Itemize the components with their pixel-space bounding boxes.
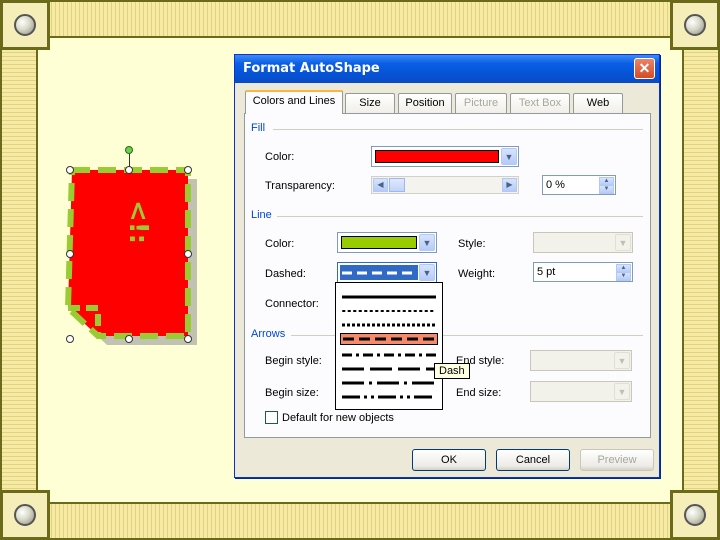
fill-divider bbox=[273, 129, 643, 130]
knob-icon bbox=[14, 14, 36, 36]
preview-button[interactable]: Preview bbox=[580, 449, 654, 471]
tab-position[interactable]: Position bbox=[398, 93, 452, 113]
end-size-dropdown[interactable]: ▼ bbox=[530, 381, 632, 402]
dashed-label: Dashed: bbox=[265, 268, 306, 280]
chevron-down-icon: ▼ bbox=[615, 234, 631, 251]
chevron-down-icon: ▼ bbox=[501, 148, 517, 165]
round-dot-line-icon bbox=[342, 310, 437, 312]
dash-option-dash-selected[interactable] bbox=[340, 333, 438, 345]
svg-text:<!:: <!: bbox=[123, 200, 153, 244]
arrows-section-title: Arrows bbox=[251, 328, 286, 340]
line-style-label: Style: bbox=[458, 238, 486, 250]
bottom-frame-stripe bbox=[0, 502, 720, 540]
format-autoshape-dialog: Format AutoShape ✕ Colors and Lines Size… bbox=[234, 54, 660, 478]
line-section-title: Line bbox=[251, 209, 272, 221]
slider-thumb[interactable] bbox=[389, 178, 405, 192]
transparency-value: 0 % bbox=[546, 179, 565, 191]
scroll-left-icon[interactable]: ◀ bbox=[373, 178, 388, 192]
colors-and-lines-panel: Fill Color: ▼ Transparency: ◀ ▶ 0 % ▲ ▼ … bbox=[244, 113, 651, 438]
begin-style-label: Begin style: bbox=[265, 355, 322, 367]
ok-button[interactable]: OK bbox=[412, 449, 486, 471]
resize-handle-top-left[interactable] bbox=[66, 166, 74, 174]
left-frame-stripe bbox=[0, 0, 38, 540]
fill-color-swatch bbox=[375, 150, 499, 163]
tab-text-box[interactable]: Text Box bbox=[510, 93, 570, 113]
dash-option-round-dot[interactable] bbox=[340, 305, 438, 317]
spin-down-icon[interactable]: ▼ bbox=[616, 272, 631, 281]
line-divider bbox=[277, 216, 643, 217]
dialog-title: Format AutoShape bbox=[235, 55, 659, 83]
tab-colors-and-lines[interactable]: Colors and Lines bbox=[245, 90, 343, 114]
dash-line-icon bbox=[343, 337, 435, 341]
resize-handle-left[interactable] bbox=[66, 250, 74, 258]
tab-size[interactable]: Size bbox=[345, 93, 395, 113]
begin-size-label: Begin size: bbox=[265, 387, 319, 399]
transparency-slider[interactable]: ◀ ▶ bbox=[371, 176, 519, 194]
dash-option-solid[interactable] bbox=[340, 291, 438, 303]
line-color-swatch bbox=[341, 236, 417, 249]
corner-ornament-bottom-right bbox=[670, 490, 720, 540]
dash-preview bbox=[342, 271, 416, 275]
dash-option-long-dash-dot[interactable] bbox=[340, 377, 438, 389]
end-size-label: End size: bbox=[456, 387, 502, 399]
scroll-right-icon[interactable]: ▶ bbox=[502, 178, 517, 192]
dash-dot-line-icon bbox=[342, 353, 436, 357]
resize-handle-bottom-left[interactable] bbox=[66, 335, 74, 343]
spin-down-icon[interactable]: ▼ bbox=[599, 185, 614, 194]
knob-icon bbox=[14, 504, 36, 526]
chevron-down-icon: ▼ bbox=[419, 264, 435, 281]
corner-ornament-bottom-left bbox=[0, 490, 50, 540]
chevron-down-icon: ▼ bbox=[419, 234, 435, 251]
close-button[interactable]: ✕ bbox=[634, 58, 655, 79]
fill-section-title: Fill bbox=[251, 122, 266, 134]
tab-web[interactable]: Web bbox=[573, 93, 623, 113]
resize-handle-bottom[interactable] bbox=[125, 335, 133, 343]
end-style-dropdown[interactable]: ▼ bbox=[530, 350, 632, 371]
line-style-dropdown[interactable]: ▼ bbox=[533, 232, 633, 253]
dash-tooltip: Dash bbox=[434, 363, 470, 379]
resize-handle-bottom-right[interactable] bbox=[184, 335, 192, 343]
dash-option-square-dot[interactable] bbox=[340, 319, 438, 331]
long-dash-dot-line-icon bbox=[342, 381, 436, 385]
solid-line-icon bbox=[342, 295, 436, 299]
weight-label: Weight: bbox=[458, 268, 496, 280]
default-for-new-objects-checkbox[interactable] bbox=[265, 411, 278, 424]
dash-style-menu bbox=[335, 282, 443, 410]
resize-handle-top[interactable] bbox=[125, 166, 133, 174]
default-for-new-objects-label: Default for new objects bbox=[282, 412, 394, 424]
knob-icon bbox=[684, 504, 706, 526]
dash-option-long-dash-dot-dot[interactable] bbox=[340, 391, 438, 403]
rotation-handle[interactable] bbox=[125, 146, 133, 154]
square-dot-line-icon bbox=[342, 323, 436, 327]
corner-ornament-top-right bbox=[670, 0, 720, 50]
dash-option-long-dash[interactable] bbox=[340, 363, 438, 375]
chevron-down-icon: ▼ bbox=[614, 383, 630, 400]
weight-input[interactable]: 5 pt ▲ ▼ bbox=[533, 262, 633, 282]
resize-handle-right[interactable] bbox=[184, 250, 192, 258]
long-dash-dot-dot-line-icon bbox=[342, 395, 436, 399]
knob-icon bbox=[684, 14, 706, 36]
transparency-label: Transparency: bbox=[265, 180, 335, 192]
weight-value: 5 pt bbox=[537, 266, 556, 278]
dashed-dropdown[interactable]: ▼ bbox=[337, 262, 437, 283]
fill-color-label: Color: bbox=[265, 151, 295, 163]
long-dash-line-icon bbox=[342, 367, 436, 371]
line-color-label: Color: bbox=[265, 238, 295, 250]
transparency-input[interactable]: 0 % ▲ ▼ bbox=[542, 175, 616, 195]
line-color-dropdown[interactable]: ▼ bbox=[337, 232, 437, 253]
chevron-down-icon: ▼ bbox=[614, 352, 630, 369]
close-icon: ✕ bbox=[638, 60, 651, 76]
dash-option-dash-dot[interactable] bbox=[340, 349, 438, 361]
tab-picture[interactable]: Picture bbox=[455, 93, 507, 113]
connector-label: Connector: bbox=[265, 298, 319, 310]
right-frame-stripe bbox=[682, 0, 720, 540]
fill-color-dropdown[interactable]: ▼ bbox=[371, 146, 519, 167]
cancel-button[interactable]: Cancel bbox=[496, 449, 570, 471]
corner-ornament-top-left bbox=[0, 0, 50, 50]
dashed-selected-highlight bbox=[340, 265, 418, 280]
resize-handle-top-right[interactable] bbox=[184, 166, 192, 174]
top-frame-stripe bbox=[0, 0, 720, 38]
